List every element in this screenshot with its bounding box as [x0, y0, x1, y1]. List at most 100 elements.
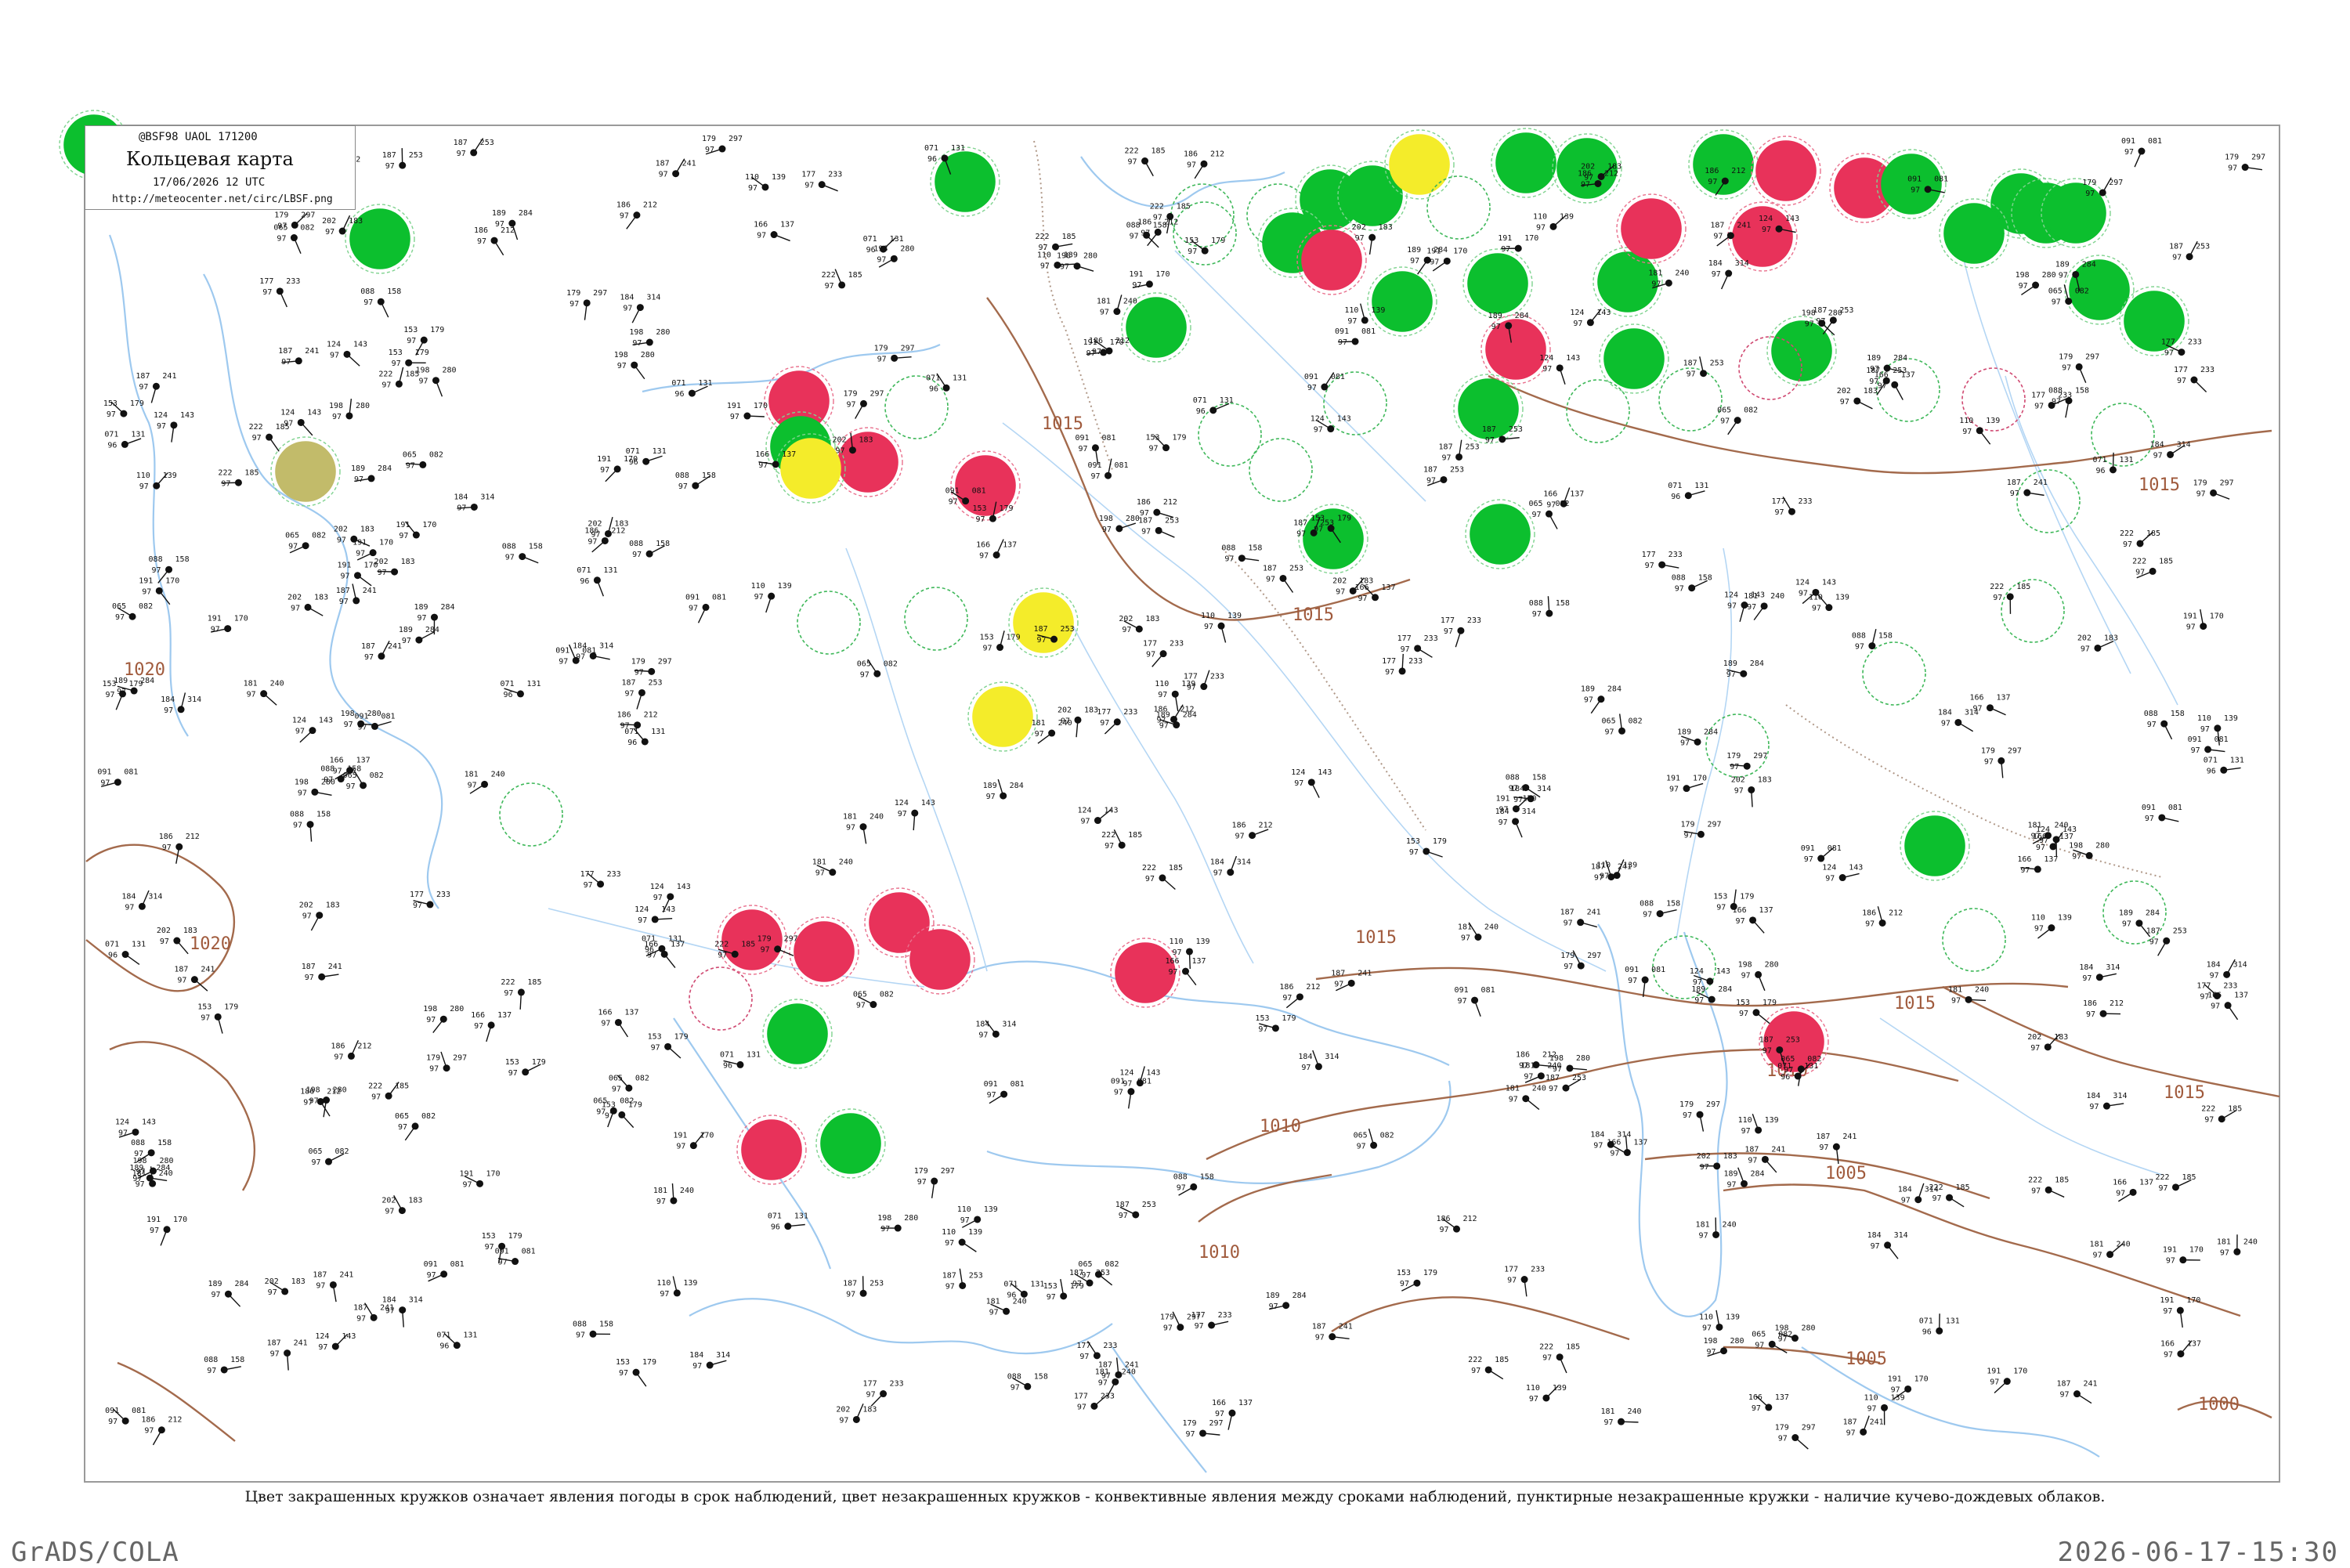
- station-plot: 18797241: [1312, 1323, 1353, 1342]
- station-plot: 20297183: [836, 1404, 877, 1425]
- station-pressure: 96: [929, 385, 938, 393]
- station-pressure: 97: [945, 1239, 954, 1248]
- station-value: 183: [859, 436, 873, 445]
- station-temp: 124: [650, 883, 664, 891]
- station-pressure: 97: [1564, 963, 1573, 971]
- station-pressure: 97: [1610, 1150, 1619, 1158]
- station-temp: 110: [1526, 1384, 1540, 1393]
- station-value: 185: [2159, 557, 2173, 565]
- wind-barb: [1488, 1370, 1503, 1379]
- station-value: 143: [677, 883, 691, 891]
- station-temp: 202: [1731, 775, 1745, 784]
- station-pressure: 97: [1509, 1096, 1518, 1104]
- station-temp: 186: [1184, 150, 1198, 158]
- station-pressure: 97: [2172, 254, 2182, 262]
- station-pressure: 97: [107, 410, 116, 419]
- wind-barb: [177, 941, 188, 954]
- station-temp: 091: [1335, 327, 1349, 336]
- station-temp: 071: [768, 1212, 782, 1221]
- circle-thunder: [1694, 135, 1753, 194]
- station-plot: 22297185: [2132, 557, 2173, 577]
- station-pressure: 97: [2072, 852, 2081, 861]
- station-temp: 091: [945, 487, 960, 496]
- station-pressure: 97: [305, 974, 314, 982]
- wind-barb: [1418, 649, 1433, 657]
- station-value: 314: [1325, 1053, 1339, 1061]
- station-value: 179: [130, 399, 144, 408]
- station-pressure: 97: [2020, 866, 2030, 875]
- station-pressure: 97: [1158, 691, 1167, 699]
- station-plot: 07196131: [577, 566, 617, 597]
- station-temp: 179: [702, 135, 716, 143]
- station-pressure: 97: [1846, 1429, 1856, 1437]
- station-temp: 222: [1990, 583, 2004, 591]
- station-temp: 179: [274, 211, 288, 219]
- station-value: 212: [611, 526, 625, 535]
- station-pressure: 97: [960, 1216, 970, 1225]
- station-pressure: 97: [1825, 875, 1835, 883]
- station-plot: 22297185: [249, 423, 290, 451]
- station-plot: 19197170: [673, 1132, 714, 1151]
- wind-barb: [1765, 1159, 1776, 1172]
- station-value: 082: [880, 991, 894, 999]
- station-pressure: 97: [1901, 1197, 1911, 1205]
- station-pressure: 97: [656, 1198, 666, 1206]
- station-value: 082: [139, 602, 153, 611]
- station-value: 241: [1339, 1323, 1353, 1331]
- station-temp: 222: [2155, 1173, 2169, 1182]
- station-plot: 18997284: [1266, 1292, 1307, 1311]
- wind-barb: [441, 1052, 446, 1068]
- station-value: 280: [1765, 960, 1779, 969]
- station-plot: 20297183: [1119, 615, 1159, 634]
- station-pressure: 97: [291, 604, 300, 612]
- weather-circle-thunder: [1463, 249, 1532, 318]
- station-value: 240: [2243, 1237, 2258, 1246]
- station-plot: 16697137: [471, 1011, 512, 1042]
- station-pressure: 97: [1444, 627, 1453, 636]
- station-value: 212: [1306, 983, 1320, 992]
- station-temp: 071: [2092, 456, 2106, 464]
- station-pressure: 96: [723, 1061, 732, 1070]
- station-pressure: 97: [277, 222, 287, 230]
- station-value: 297: [1753, 752, 1767, 761]
- station-temp: 189: [414, 603, 428, 612]
- station-plot: 08897158: [1529, 596, 1570, 619]
- isobar-label: 1015: [1292, 605, 1334, 625]
- station-pressure: 97: [2220, 1248, 2229, 1257]
- station-pressure: 97: [1669, 786, 1679, 794]
- station-temp: 065: [1528, 500, 1542, 508]
- station-pressure: 97: [2145, 815, 2154, 823]
- station-pressure: 97: [1187, 684, 1196, 692]
- station-pressure: 97: [316, 1281, 325, 1290]
- station-plot: 11097139: [1738, 1114, 1779, 1136]
- station-temp: 187: [361, 642, 375, 651]
- station-value: 253: [2196, 243, 2210, 251]
- station-plot: 06597082: [1602, 714, 1643, 736]
- wind-barb: [1204, 670, 1209, 687]
- station-temp: 088: [1173, 1172, 1188, 1181]
- station-value: 233: [1408, 657, 1423, 666]
- station-temp: 191: [727, 402, 741, 410]
- station-value: 253: [969, 1271, 983, 1280]
- station-pressure: 97: [2082, 974, 2092, 983]
- station-temp: 124: [1724, 591, 1738, 600]
- station-temp: 065: [593, 1097, 607, 1105]
- station-pressure: 97: [398, 1123, 407, 1132]
- station-plot: 18797253: [1683, 356, 1724, 378]
- station-plot: 18697212: [584, 526, 625, 551]
- station-plot: 06597082: [1717, 406, 1758, 435]
- station-plot: 06597082: [112, 602, 153, 622]
- station-temp: 166: [1875, 370, 1889, 379]
- station-pressure: 97: [364, 653, 374, 662]
- station-value: 212: [1115, 337, 1130, 345]
- station-plot: 11097139: [1533, 212, 1574, 232]
- station-temp: 191: [396, 521, 410, 529]
- station-temp: 184: [1938, 708, 1952, 717]
- station-temp: 189: [983, 782, 997, 790]
- station-temp: 088: [675, 471, 689, 480]
- station-temp: 153: [505, 1058, 519, 1067]
- wind-barb: [1145, 161, 1154, 176]
- station-value: 158: [230, 1356, 244, 1364]
- station-value: 137: [782, 450, 796, 459]
- station-pressure: 97: [268, 1288, 277, 1297]
